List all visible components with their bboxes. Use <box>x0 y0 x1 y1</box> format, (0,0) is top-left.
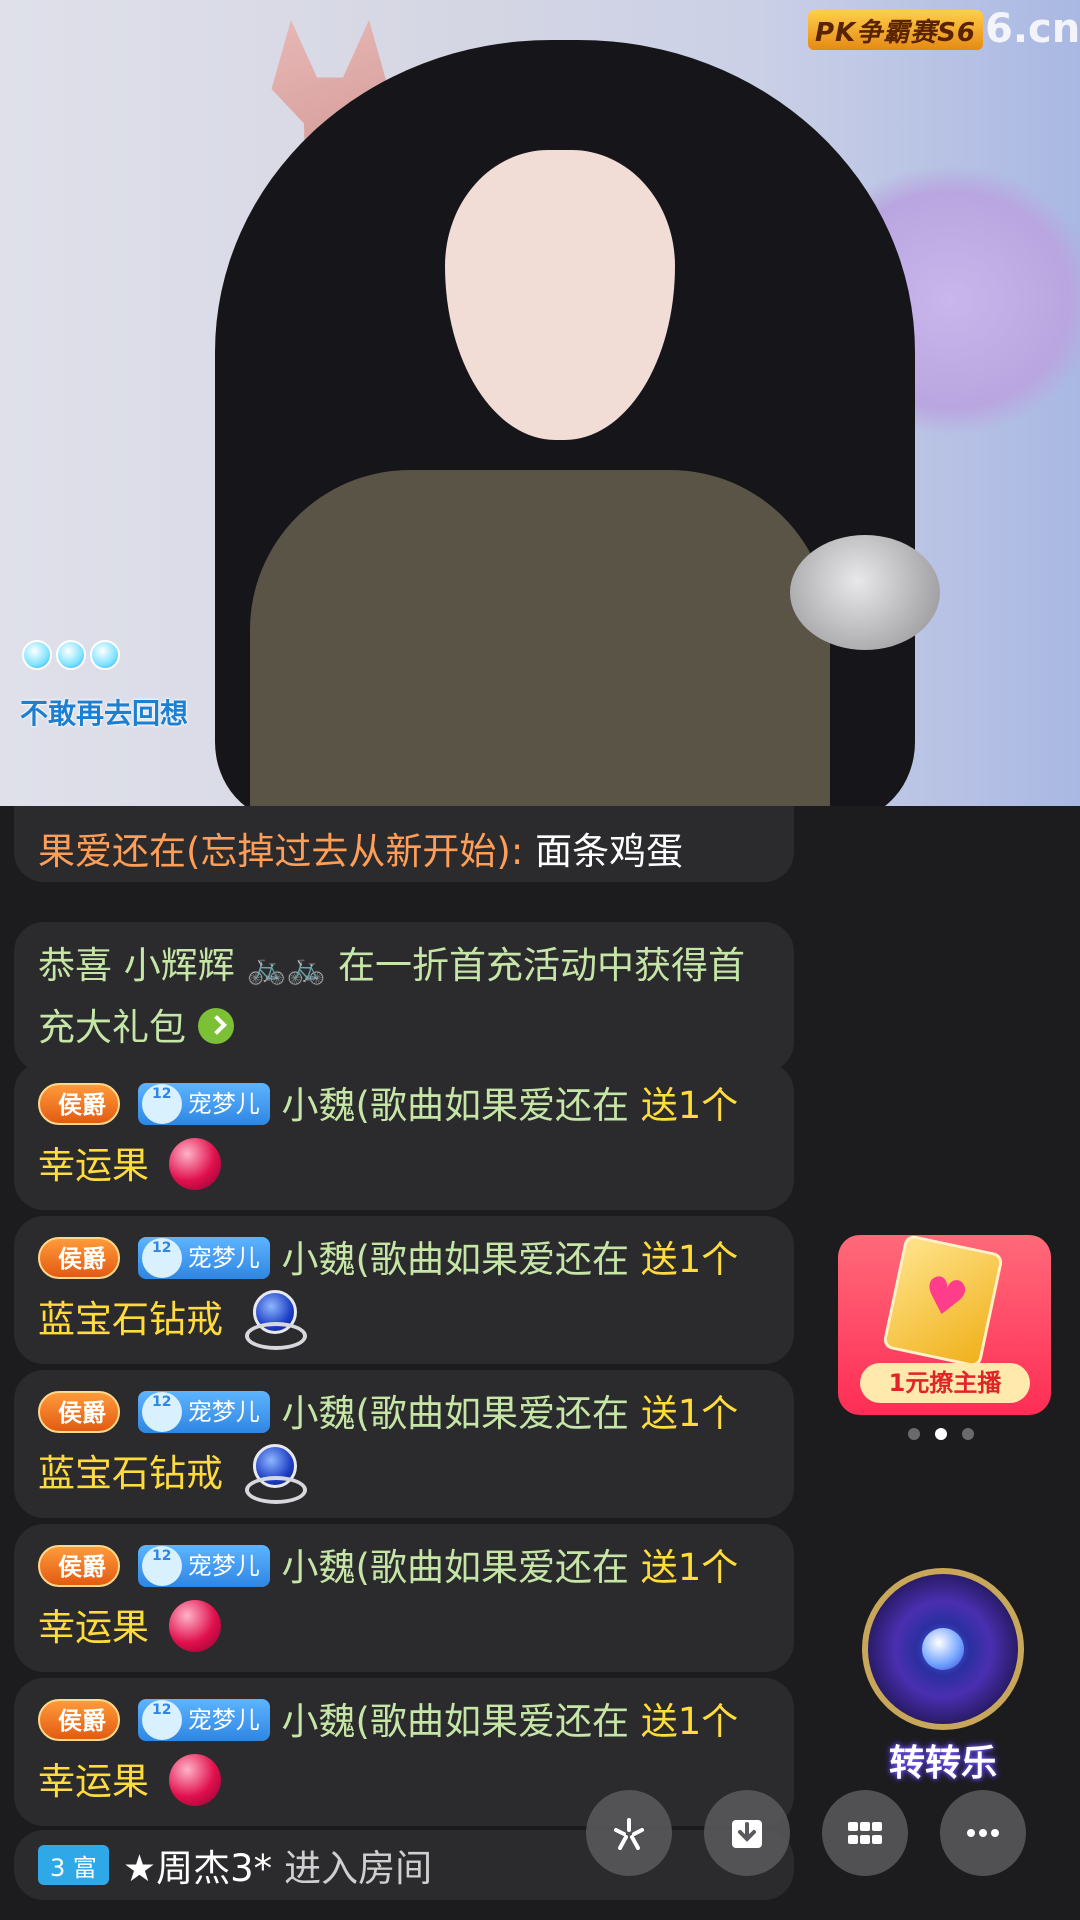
rank-badge: 侯爵 <box>38 1236 120 1279</box>
spin-wheel-label[interactable]: 转转乐 <box>858 1734 1028 1786</box>
fan-club-name: 宠梦儿 <box>187 1089 260 1118</box>
gift-name: 幸运果 <box>38 1760 149 1803</box>
download-icon <box>732 1820 762 1848</box>
share-icon <box>614 1818 644 1850</box>
dot-icon <box>90 640 120 670</box>
more-button[interactable] <box>940 1790 1026 1876</box>
heart-icon: 12 <box>141 1237 182 1278</box>
wealth-level-badge: 3 富 <box>38 1845 109 1885</box>
gift-name: 蓝宝石钻戒 <box>38 1298 223 1341</box>
gift-name: 蓝宝石钻戒 <box>38 1452 223 1495</box>
promo-label: 1元撩主播 <box>860 1363 1030 1403</box>
pager-dot[interactable] <box>962 1428 974 1440</box>
heart-icon: 12 <box>141 1699 182 1740</box>
chat-sender[interactable]: 小魏(歌曲如果爱还在 <box>282 1700 629 1743</box>
apps-grid-icon <box>848 1822 882 1844</box>
share-button[interactable] <box>586 1790 672 1876</box>
gift-action: 送1个 <box>640 1700 739 1743</box>
gift-action: 送1个 <box>640 1084 739 1127</box>
live-video-stream[interactable]: PK争霸赛S6 6.cn 不敢再去回想 <box>0 0 1080 806</box>
song-caption: 不敢再去回想 <box>20 697 189 730</box>
microphone <box>790 535 940 650</box>
bicycle-icon: 🚲🚲 <box>246 948 327 987</box>
fan-club-name: 宠梦儿 <box>187 1551 260 1580</box>
gift-message: 侯爵 12 宠梦儿 小魏(歌曲如果爱还在 送1个 幸运果 <box>14 1524 794 1672</box>
chat-sender[interactable]: 小魏(歌曲如果爱还在 <box>282 1238 629 1281</box>
heart-card-icon <box>882 1235 1004 1369</box>
site-logo: 6.cn <box>985 6 1080 52</box>
system-prefix: 恭喜 小辉辉 <box>38 944 235 987</box>
live-room-screen: PK争霸赛S6 6.cn 不敢再去回想 果爱还在(忘掉过去从新开始): 面条鸡蛋… <box>0 0 1080 1920</box>
promo-card[interactable]: 1元撩主播 <box>838 1235 1051 1415</box>
apple-gift-icon <box>168 1137 221 1190</box>
gift-name: 幸运果 <box>38 1606 149 1649</box>
chat-sender[interactable]: 小魏(歌曲如果爱还在 <box>282 1392 629 1435</box>
spin-wheel-icon[interactable] <box>862 1568 1024 1730</box>
enter-text: 进入房间 <box>284 1847 433 1890</box>
download-button[interactable] <box>704 1790 790 1876</box>
fan-club-badge: 12 宠梦儿 <box>137 1390 270 1433</box>
chat-feed[interactable]: 果爱还在(忘掉过去从新开始): 面条鸡蛋 恭喜 小辉辉 🚲🚲 在一折首充活动中获… <box>0 806 800 1920</box>
heart-icon: 12 <box>141 1391 182 1432</box>
fan-club-name: 宠梦儿 <box>187 1397 260 1426</box>
fan-club-name: 宠梦儿 <box>187 1243 260 1272</box>
gift-message: 侯爵 12 宠梦儿 小魏(歌曲如果爱还在 送1个 蓝宝石钻戒 <box>14 1370 794 1518</box>
more-icon <box>967 1829 999 1837</box>
chat-sender[interactable]: 果爱还在(忘掉过去从新开始): <box>38 830 523 873</box>
gift-message: 侯爵 12 宠梦儿 小魏(歌曲如果爱还在 送1个 蓝宝石钻戒 <box>14 1216 794 1364</box>
chat-text: 面条鸡蛋 <box>535 830 684 873</box>
streamer-body <box>250 470 830 806</box>
room-enter-message: 3 富 ★周杰3* 进入房间 <box>14 1830 794 1900</box>
apple-gift-icon <box>168 1599 221 1652</box>
system-message[interactable]: 恭喜 小辉辉 🚲🚲 在一折首充活动中获得首充大礼包 <box>14 922 794 1072</box>
dot-icon <box>56 640 86 670</box>
fan-club-badge: 12 宠梦儿 <box>137 1544 270 1587</box>
fan-club-badge: 12 宠梦儿 <box>137 1698 270 1741</box>
pager-dot-active[interactable] <box>935 1428 947 1440</box>
chat-message-partial: 果爱还在(忘掉过去从新开始): 面条鸡蛋 <box>14 806 794 882</box>
pager-dot[interactable] <box>908 1428 920 1440</box>
song-indicator-dots <box>22 640 120 670</box>
promo-carousel-indicator <box>908 1428 974 1440</box>
rank-badge: 侯爵 <box>38 1698 120 1741</box>
gift-action: 送1个 <box>640 1392 739 1435</box>
chat-sender[interactable]: 小魏(歌曲如果爱还在 <box>282 1084 629 1127</box>
fan-club-badge: 12 宠梦儿 <box>137 1082 270 1125</box>
heart-icon: 12 <box>141 1545 182 1586</box>
sapphire-ring-gift-icon <box>243 1289 307 1350</box>
gift-message: 侯爵 12 宠梦儿 小魏(歌曲如果爱还在 送1个 幸运果 <box>14 1062 794 1210</box>
fan-club-name: 宠梦儿 <box>187 1705 260 1734</box>
fan-club-badge: 12 宠梦儿 <box>137 1236 270 1279</box>
gift-action: 送1个 <box>640 1238 739 1281</box>
gift-name: 幸运果 <box>38 1144 149 1187</box>
dot-icon <box>22 640 52 670</box>
gift-action: 送1个 <box>640 1546 739 1589</box>
heart-icon: 12 <box>141 1083 182 1124</box>
apple-gift-icon <box>168 1753 221 1806</box>
rank-badge: 侯爵 <box>38 1082 120 1125</box>
arrow-right-icon[interactable] <box>197 1008 234 1044</box>
chat-sender[interactable]: 小魏(歌曲如果爱还在 <box>282 1546 629 1589</box>
pk-event-badge[interactable]: PK争霸赛S6 <box>808 10 983 50</box>
apps-grid-button[interactable] <box>822 1790 908 1876</box>
gift-message: 侯爵 12 宠梦儿 小魏(歌曲如果爱还在 送1个 幸运果 <box>14 1678 794 1826</box>
rank-badge: 侯爵 <box>38 1390 120 1433</box>
rank-badge: 侯爵 <box>38 1544 120 1587</box>
entering-user[interactable]: ★周杰3* <box>123 1838 272 1892</box>
sapphire-ring-gift-icon <box>243 1443 307 1504</box>
